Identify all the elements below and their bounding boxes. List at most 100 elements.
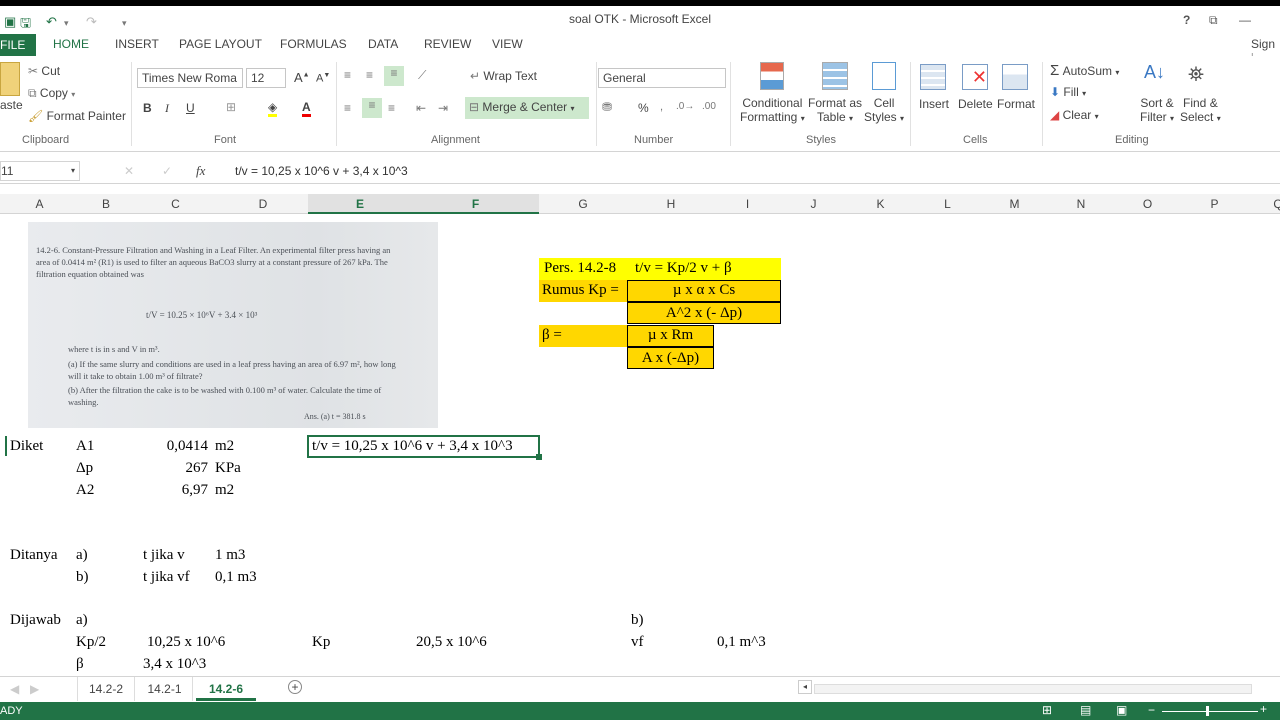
currency-icon[interactable]: ⛃ (602, 100, 612, 114)
new-sheet-button[interactable]: + (288, 680, 302, 694)
pers-label[interactable]: Pers. 14.2-8 (544, 260, 616, 277)
tab-review[interactable]: REVIEW (424, 37, 471, 51)
decrease-decimal-icon[interactable]: .00 (702, 101, 716, 112)
cut-button[interactable]: ✂ Cut (28, 64, 60, 78)
answer-b-marker[interactable]: b) (631, 612, 644, 629)
align-left-icon[interactable]: ≡ (344, 101, 351, 115)
ditanya-label[interactable]: Ditanya (10, 547, 57, 564)
tab-page-layout[interactable]: PAGE LAYOUT (179, 37, 262, 51)
autosum-button[interactable]: Σ AutoSum ▾ (1050, 62, 1119, 79)
sort-filter-button[interactable]: Sort & Filter ▾ (1140, 96, 1174, 124)
find-select-button[interactable]: Find & Select ▾ (1180, 96, 1221, 124)
minimize-button[interactable]: — (1239, 13, 1251, 27)
kp-denominator[interactable]: A^2 x (- Δp) (627, 305, 781, 322)
page-layout-view-icon[interactable]: ▤ (1080, 703, 1091, 717)
question-a-value[interactable]: 1 m3 (215, 547, 245, 564)
a1-label[interactable]: A1 (76, 438, 94, 455)
sort-filter-icon[interactable]: A↓ (1144, 62, 1165, 83)
column-header-p[interactable]: P (1181, 197, 1248, 211)
delete-button[interactable]: Delete (958, 97, 993, 111)
comma-style-icon[interactable]: , (660, 101, 663, 113)
fill-handle[interactable] (536, 454, 542, 460)
format-painter-button[interactable]: 🖌 Format Painter (28, 109, 126, 123)
column-header-e[interactable]: E (308, 194, 412, 214)
cancel-icon[interactable]: ✕ (124, 164, 134, 178)
font-size-select[interactable]: 12 (246, 68, 286, 88)
tab-insert[interactable]: INSERT (115, 37, 159, 51)
kp2-value[interactable]: 10,25 x 10^6 (147, 634, 225, 651)
zoom-slider[interactable] (1162, 711, 1258, 712)
kp-numerator[interactable]: µ x α x Cs (627, 282, 781, 299)
number-format-select[interactable]: General (598, 68, 726, 88)
merge-center-button[interactable]: ⊟ Merge & Center ▾ (465, 97, 589, 119)
paste-icon[interactable] (0, 62, 20, 96)
zoom-in-icon[interactable]: + (1260, 702, 1267, 716)
percent-button[interactable]: % (638, 101, 649, 115)
sheet-tab-14-2-6[interactable]: 14.2-6 (196, 677, 256, 701)
beta-row-value[interactable]: 3,4 x 10^3 (143, 656, 206, 673)
align-middle-icon[interactable]: ≡ (366, 68, 373, 82)
dp-value[interactable]: 267 (133, 460, 209, 477)
format-as-table-button[interactable]: Format as Table ▾ (808, 96, 862, 124)
answer-a-marker[interactable]: a) (76, 612, 88, 629)
shrink-font-button[interactable]: A▼ (316, 72, 330, 85)
column-header-q[interactable]: Q (1248, 197, 1280, 211)
tab-data[interactable]: DATA (368, 37, 398, 51)
tab-home[interactable]: HOME (53, 37, 89, 51)
beta-numerator[interactable]: µ x Rm (627, 327, 714, 344)
a1-unit[interactable]: m2 (215, 438, 234, 455)
a1-value[interactable]: 0,0414 (133, 438, 208, 455)
orientation-icon[interactable]: ⟋ (418, 68, 426, 83)
increase-decimal-icon[interactable]: .0→ (676, 101, 694, 112)
dp-label[interactable]: Δp (76, 460, 93, 477)
font-family-select[interactable]: Times New Roma (137, 68, 243, 88)
enter-icon[interactable]: ✓ (162, 164, 172, 178)
kp-label[interactable]: Kp (312, 634, 330, 651)
binoculars-icon[interactable]: ⛯ (1188, 64, 1204, 87)
sheet-tab-14-2-1[interactable]: 14.2-1 (137, 677, 193, 701)
question-b-value[interactable]: 0,1 m3 (215, 569, 257, 586)
fill-button[interactable]: ⬇ Fill ▾ (1050, 85, 1086, 99)
insert-cells-icon[interactable] (920, 64, 946, 90)
bold-button[interactable]: B (143, 101, 152, 115)
cell-styles-button[interactable]: Cell Styles ▾ (864, 96, 904, 124)
formula-input[interactable]: t/v = 10,25 x 10^6 v + 3,4 x 10^3 (235, 164, 408, 178)
a2-label[interactable]: A2 (76, 482, 94, 499)
column-header-b[interactable]: B (79, 197, 133, 211)
column-header-j[interactable]: J (780, 197, 847, 211)
pers-equation[interactable]: t/v = Kp/2 v + β (635, 260, 732, 277)
help-button[interactable]: ? (1183, 13, 1190, 27)
zoom-out-icon[interactable]: − (1148, 703, 1155, 717)
conditional-formatting-button[interactable]: Conditional Formatting ▾ (740, 96, 805, 124)
fill-color-icon[interactable]: ◈ (268, 100, 278, 117)
diket-label[interactable]: Diket (10, 438, 43, 455)
name-box[interactable]: 11 ▾ (0, 161, 80, 181)
align-center-icon[interactable]: ≡ (362, 98, 382, 118)
beta-denominator[interactable]: A x (-Δp) (627, 350, 714, 367)
ribbon-display-button[interactable]: ⧉ (1209, 13, 1218, 28)
normal-view-icon[interactable]: ⊞ (1042, 703, 1052, 717)
format-as-table-icon[interactable] (822, 62, 848, 90)
horizontal-scrollbar[interactable] (814, 684, 1252, 694)
column-header-k[interactable]: K (847, 197, 914, 211)
column-header-c[interactable]: C (133, 197, 218, 211)
question-a-marker[interactable]: a) (76, 547, 88, 564)
column-header-n[interactable]: N (1048, 197, 1114, 211)
prev-sheet-icon[interactable]: ◀ (10, 682, 19, 696)
dp-unit[interactable]: KPa (215, 460, 241, 477)
kp-value[interactable]: 20,5 x 10^6 (416, 634, 487, 651)
selected-cell-formula[interactable]: t/v = 10,25 x 10^6 v + 3,4 x 10^3 (312, 438, 513, 455)
page-break-view-icon[interactable]: ▣ (1116, 703, 1127, 717)
column-header-i[interactable]: I (715, 197, 780, 211)
format-button[interactable]: Format (997, 97, 1035, 111)
italic-button[interactable]: I (165, 101, 169, 116)
dijawab-label[interactable]: Dijawab (10, 612, 61, 629)
tab-file[interactable]: FILE (0, 34, 36, 56)
tab-view[interactable]: VIEW (492, 37, 523, 51)
column-header-d[interactable]: D (218, 197, 308, 211)
kp2-label[interactable]: Kp/2 (76, 634, 106, 651)
insert-button[interactable]: Insert (919, 97, 949, 111)
paste-label[interactable]: aste (0, 98, 23, 112)
font-color-button[interactable]: A (302, 100, 311, 117)
underline-button[interactable]: U (186, 101, 195, 115)
